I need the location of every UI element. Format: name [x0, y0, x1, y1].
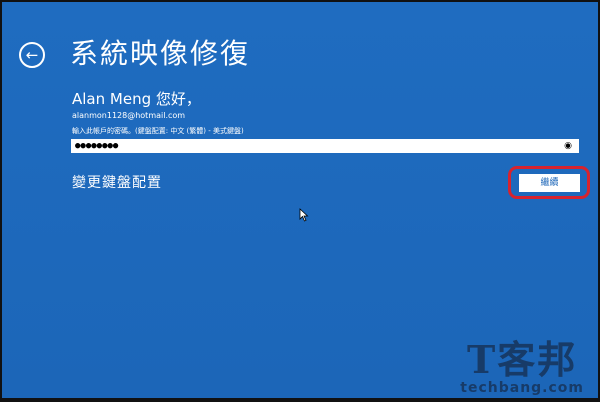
page-title: 系統映像修復 — [70, 37, 251, 70]
continue-button[interactable]: 繼續 — [519, 174, 580, 192]
back-button[interactable]: ← — [19, 42, 45, 68]
change-keyboard-layout-link[interactable]: 變更鍵盤配置 — [72, 172, 162, 192]
watermark-logo: T客邦 techbang.com — [460, 337, 584, 397]
account-greeting: Alan Meng 您好， — [72, 90, 201, 108]
back-arrow-icon: ← — [25, 45, 39, 64]
recovery-screen: ← 系統映像修復 Alan Meng 您好， alanmon1128@hotma… — [2, 2, 598, 398]
password-label: 輸入此帳戶的密碼。(鍵盤配置: 中文 (繁體) - 美式鍵盤) — [72, 127, 244, 135]
mouse-cursor-icon — [299, 208, 309, 222]
account-email: alanmon1128@hotmail.com — [72, 111, 186, 120]
watermark-sub: techbang.com — [460, 380, 584, 396]
watermark-main: T客邦 — [466, 337, 578, 382]
password-field[interactable] — [71, 139, 579, 153]
eye-icon[interactable]: ◉ — [562, 141, 574, 151]
